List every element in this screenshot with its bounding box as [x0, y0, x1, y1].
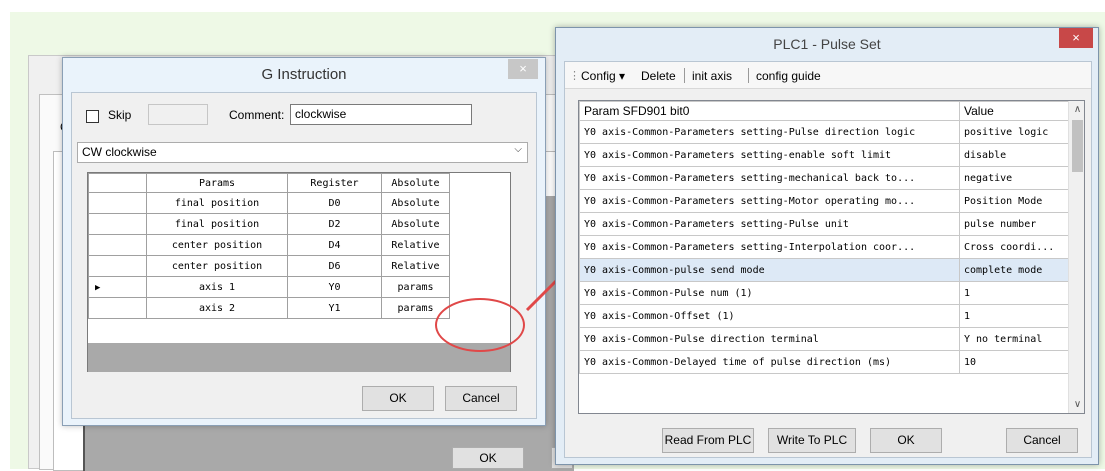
dialog-body: ⋮ Config ▾ Delete init axis config guide…	[564, 61, 1092, 458]
config-menu[interactable]: Config ▾	[581, 69, 625, 83]
column-header-value: Value	[959, 101, 1069, 121]
dropdown-arrow-icon: ▾	[619, 69, 626, 83]
column-header-param: Param SFD901 bit0	[579, 101, 960, 121]
table-row[interactable]: Y0 axis-Common-Offset (1) 1	[579, 304, 1069, 328]
pulse-set-dialog: PLC1 - Pulse Set × ⋮ Config ▾ Delete ini…	[555, 27, 1099, 465]
value-cell[interactable]: Cross coordi...	[959, 235, 1069, 259]
table-row[interactable]: Y0 axis-Common-Parameters setting-Interp…	[579, 235, 1069, 259]
param-cell[interactable]: Y0 axis-Common-pulse send mode	[579, 258, 960, 282]
table-row[interactable]: Y0 axis-Common-Parameters setting-Motor …	[579, 189, 1069, 213]
ok-button[interactable]: OK	[870, 428, 942, 453]
param-cell[interactable]: Y0 axis-Common-Delayed time of pulse dir…	[579, 350, 960, 374]
table-row[interactable]: Y0 axis-Common-Pulse direction terminal Y…	[579, 327, 1069, 351]
config-label: Config	[581, 69, 616, 83]
value-cell[interactable]: 1	[959, 304, 1069, 328]
close-button[interactable]: ×	[1059, 28, 1093, 48]
table-row[interactable]: Y0 axis-Common-Parameters setting-mechan…	[579, 166, 1069, 190]
cancel-button[interactable]: Cancel	[1006, 428, 1078, 453]
vertical-scrollbar[interactable]: ∧ ∨	[1068, 101, 1084, 413]
param-value-table: Param SFD901 bit0 Value Y0 axis-Common-P…	[578, 100, 1085, 414]
param-cell[interactable]: Y0 axis-Common-Parameters setting-mechan…	[579, 166, 960, 190]
value-cell[interactable]: negative	[959, 166, 1069, 190]
table-row[interactable]: Y0 axis-Common-Parameters setting-Pulse …	[579, 212, 1069, 236]
scrollbar-thumb[interactable]	[1072, 120, 1083, 172]
param-value-grid: Param SFD901 bit0 Value Y0 axis-Common-P…	[579, 101, 1069, 374]
param-cell[interactable]: Y0 axis-Common-Parameters setting-Pulse …	[579, 120, 960, 144]
value-cell[interactable]: complete mode	[959, 258, 1069, 282]
table-row[interactable]: Y0 axis-Common-Delayed time of pulse dir…	[579, 350, 1069, 374]
toolbar-grip-icon: ⋮	[569, 70, 580, 82]
table-row[interactable]: Y0 axis-Common-Parameters setting-enable…	[579, 143, 1069, 167]
scroll-up-icon[interactable]: ∧	[1069, 101, 1084, 118]
value-cell[interactable]: pulse number	[959, 212, 1069, 236]
value-cell[interactable]: Position Mode	[959, 189, 1069, 213]
param-cell[interactable]: Y0 axis-Common-Offset (1)	[579, 304, 960, 328]
table-header-row: Param SFD901 bit0 Value	[579, 101, 1069, 121]
table-row-selected[interactable]: Y0 axis-Common-pulse send mode complete m…	[579, 258, 1069, 282]
scroll-down-icon[interactable]: ∨	[1069, 396, 1084, 413]
dialog-title: PLC1 - Pulse Set	[773, 36, 881, 52]
delete-button[interactable]: Delete	[641, 69, 676, 83]
read-from-plc-button[interactable]: Read From PLC	[662, 428, 754, 453]
table-row[interactable]: Y0 axis-Common-Parameters setting-Pulse …	[579, 120, 1069, 144]
value-cell[interactable]: disable	[959, 143, 1069, 167]
value-cell[interactable]: 10	[959, 350, 1069, 374]
param-cell[interactable]: Y0 axis-Common-Parameters setting-enable…	[579, 143, 960, 167]
toolbar-divider	[748, 68, 749, 83]
param-cell[interactable]: Y0 axis-Common-Pulse num (1)	[579, 281, 960, 305]
param-cell[interactable]: Y0 axis-Common-Pulse direction terminal	[579, 327, 960, 351]
value-cell[interactable]: Y no terminal	[959, 327, 1069, 351]
value-cell[interactable]: positive logic	[959, 120, 1069, 144]
param-cell[interactable]: Y0 axis-Common-Parameters setting-Motor …	[579, 189, 960, 213]
toolbar-divider	[684, 68, 685, 83]
value-cell[interactable]: 1	[959, 281, 1069, 305]
param-cell[interactable]: Y0 axis-Common-Parameters setting-Interp…	[579, 235, 960, 259]
table-row[interactable]: Y0 axis-Common-Pulse num (1) 1	[579, 281, 1069, 305]
write-to-plc-button[interactable]: Write To PLC	[768, 428, 856, 453]
config-guide-button[interactable]: config guide	[756, 69, 821, 83]
toolbar: ⋮ Config ▾ Delete init axis config guide	[565, 62, 1091, 89]
param-cell[interactable]: Y0 axis-Common-Parameters setting-Pulse …	[579, 212, 960, 236]
init-axis-button[interactable]: init axis	[692, 69, 732, 83]
